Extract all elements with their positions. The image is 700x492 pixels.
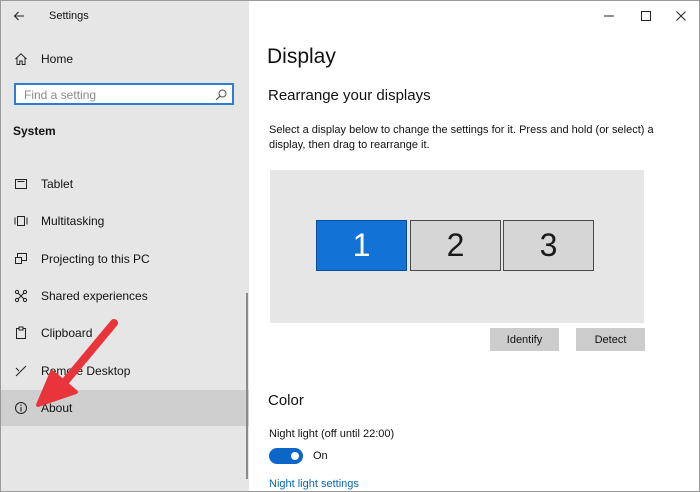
sidebar-item-multitasking[interactable]: Multitasking bbox=[1, 203, 249, 239]
settings-window: Settings Home Find a setting System Tabl… bbox=[0, 0, 700, 492]
night-light-label: Night light (off until 22:00) bbox=[269, 428, 395, 440]
tablet-icon bbox=[13, 176, 29, 192]
sidebar-item-about[interactable]: About bbox=[1, 390, 249, 426]
sidebar-item-label: Multitasking bbox=[41, 214, 105, 228]
title-bar: Settings bbox=[1, 1, 249, 31]
maximize-button[interactable] bbox=[628, 1, 664, 31]
monitor-1[interactable]: 1 bbox=[316, 220, 407, 271]
projecting-icon bbox=[13, 251, 29, 267]
monitor-3[interactable]: 3 bbox=[503, 220, 594, 271]
remote-desktop-icon bbox=[13, 363, 29, 379]
close-button[interactable] bbox=[663, 1, 699, 31]
app-title: Settings bbox=[49, 10, 89, 22]
search-placeholder: Find a setting bbox=[24, 88, 97, 102]
maximize-icon bbox=[641, 11, 651, 21]
sidebar-item-tablet[interactable]: Tablet bbox=[1, 166, 249, 202]
section-title: System bbox=[13, 124, 56, 138]
sidebar-item-label: Remote Desktop bbox=[41, 364, 131, 378]
back-arrow-icon bbox=[13, 11, 24, 21]
sidebar-item-remote-desktop[interactable]: Remote Desktop bbox=[1, 353, 249, 389]
rearrange-title: Rearrange your displays bbox=[268, 87, 431, 104]
shared-experiences-icon bbox=[13, 288, 29, 304]
sidebar: Settings Home Find a setting System Tabl… bbox=[1, 1, 249, 491]
display-arrangement-area[interactable]: 1 2 3 bbox=[270, 170, 644, 323]
color-title: Color bbox=[268, 392, 304, 409]
minimize-icon bbox=[604, 15, 614, 17]
sidebar-item-clipboard[interactable]: Clipboard bbox=[1, 315, 249, 351]
multitasking-icon bbox=[13, 213, 29, 229]
back-button[interactable] bbox=[1, 1, 37, 31]
search-icon[interactable] bbox=[214, 88, 228, 102]
rearrange-description: Select a display below to change the set… bbox=[269, 124, 654, 151]
night-light-state: On bbox=[313, 450, 328, 462]
sidebar-item-label: Tablet bbox=[41, 177, 74, 191]
sidebar-item-label: Clipboard bbox=[41, 326, 93, 340]
sidebar-item-label: About bbox=[41, 401, 73, 415]
sidebar-item-projecting[interactable]: Projecting to this PC bbox=[1, 241, 249, 277]
page-title: Display bbox=[267, 45, 336, 68]
main-content: Display Rearrange your displays Select a… bbox=[249, 1, 699, 491]
night-light-settings-link[interactable]: Night light settings bbox=[269, 478, 359, 490]
sidebar-item-label: Shared experiences bbox=[41, 289, 148, 303]
home-label: Home bbox=[41, 52, 74, 66]
detect-button[interactable]: Detect bbox=[576, 328, 645, 351]
search-input[interactable]: Find a setting bbox=[14, 83, 234, 105]
home-nav-item[interactable]: Home bbox=[1, 43, 249, 75]
home-icon bbox=[13, 51, 29, 67]
close-icon bbox=[676, 11, 686, 21]
clipboard-icon bbox=[13, 325, 29, 341]
sidebar-item-label: Projecting to this PC bbox=[41, 252, 150, 266]
info-icon bbox=[13, 400, 29, 416]
sidebar-scrollbar[interactable] bbox=[246, 293, 248, 479]
night-light-toggle[interactable] bbox=[269, 448, 303, 464]
identify-button[interactable]: Identify bbox=[490, 328, 559, 351]
monitor-2[interactable]: 2 bbox=[410, 220, 501, 271]
minimize-button[interactable] bbox=[591, 1, 627, 31]
toggle-knob bbox=[291, 452, 299, 460]
sidebar-item-shared-experiences[interactable]: Shared experiences bbox=[1, 278, 249, 314]
